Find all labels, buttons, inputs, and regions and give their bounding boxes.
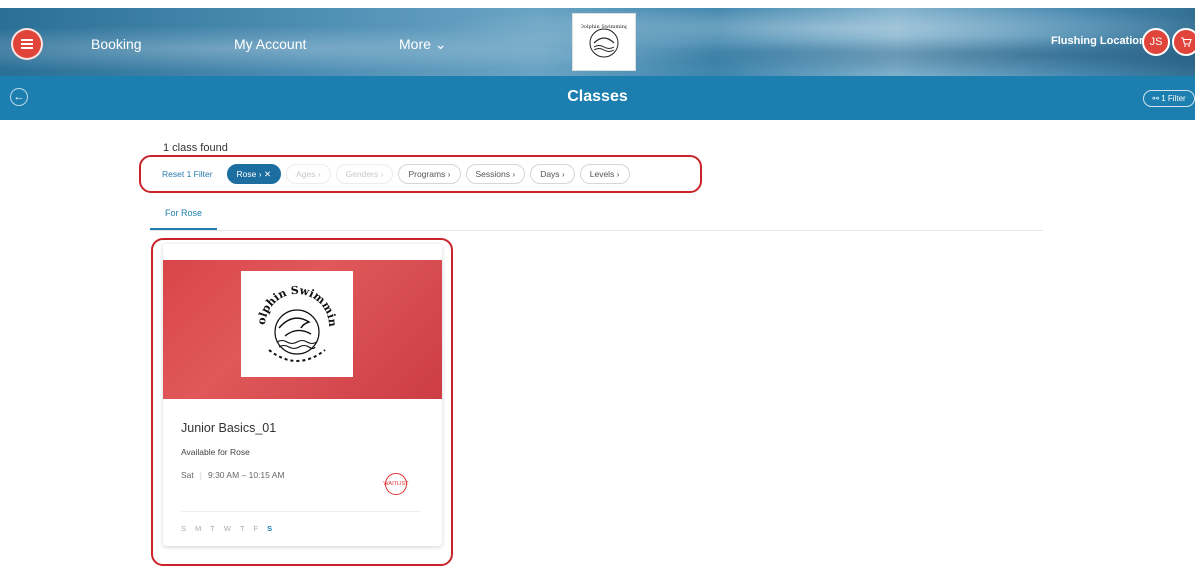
dolphin-logo-icon: Dolphin Swimming [247,276,339,362]
filter-chip-row: Reset 1 Filter Rose › ✕ Ages › Genders ›… [162,164,635,184]
nav-booking[interactable]: Booking [91,34,142,54]
class-time: 9:30 AM – 10:15 AM [207,470,285,480]
brand-logo[interactable]: Dolphin Swimming [572,13,636,71]
top-navigation-bar: Booking My Account More ⌄ Dolphin Swimmi… [0,8,1195,76]
day-sat: S [267,524,273,533]
filter-chip-rose[interactable]: Rose › ✕ [226,164,282,184]
class-card[interactable]: Dolphin Swimming Junior Basics_01 Availa… [163,244,442,546]
filter-chip-days[interactable]: Days › [530,164,575,184]
nav-more[interactable]: More ⌄ [399,34,447,54]
filter-chip-levels[interactable]: Levels › [579,164,630,184]
schedule-separator: | [199,470,202,480]
day-sun: S [181,524,187,533]
card-brand-logo: Dolphin Swimming [241,271,353,377]
dolphin-logo-icon: Dolphin Swimming [581,24,627,58]
day-fri: F [253,524,259,533]
nav-my-account[interactable]: My Account [234,34,306,54]
day-tue: T [210,524,215,533]
class-card-image: Dolphin Swimming [163,260,442,399]
card-divider [181,511,421,512]
day-thu: T [239,524,245,533]
day-wed: W [223,524,231,533]
class-day: Sat [181,470,194,480]
filter-button[interactable]: ⚯ 1 Filter [1143,90,1195,107]
participant-tabs: For Rose [150,206,1043,231]
filter-chip-genders: Genders › [335,164,394,184]
waitlist-badge[interactable]: WAITLIST [383,473,409,495]
filter-chip-programs[interactable]: Programs › [398,164,461,184]
user-avatar-button[interactable]: JS [1142,28,1170,56]
cart-icon [1181,37,1192,47]
svg-text:Dolphin Swimming: Dolphin Swimming [581,24,627,30]
filter-chip-ages: Ages › [286,164,331,184]
filter-chip-sessions[interactable]: Sessions › [465,164,526,184]
day-mon: M [195,524,202,533]
menu-icon [21,43,33,45]
class-schedule: Sat | 9:30 AM – 10:15 AM [181,470,285,480]
weekday-indicator: S M T W T F S [181,524,281,533]
tab-for-rose[interactable]: For Rose [150,206,217,230]
class-title[interactable]: Junior Basics_01 [181,421,276,435]
menu-button[interactable] [11,28,43,60]
page-title: Classes [567,88,628,105]
card-logo-text: Dolphin Swimming [247,276,339,327]
reset-filter-link[interactable]: Reset 1 Filter [162,169,213,179]
results-count: 1 class found [163,142,228,154]
location-label[interactable]: Flushing Location [1051,35,1146,47]
page-header-bar: ← Classes ⚯ 1 Filter [0,76,1195,120]
cart-button[interactable] [1172,28,1195,56]
svg-text:Dolphin Swimming: Dolphin Swimming [247,276,339,327]
availability-text: Available for Rose [181,447,250,457]
